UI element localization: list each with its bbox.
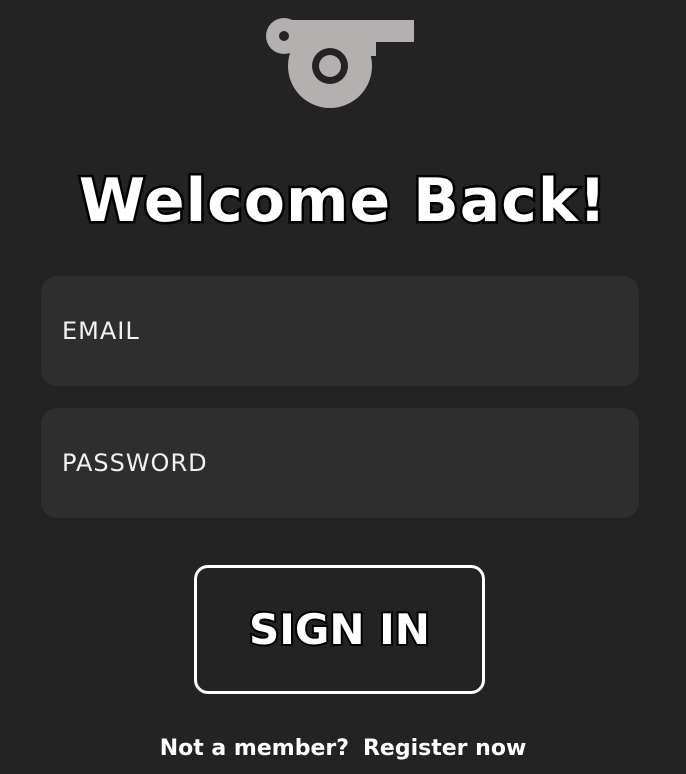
register-now-link[interactable]: Register now bbox=[363, 736, 526, 761]
email-field[interactable]: EMAIL bbox=[41, 276, 639, 386]
whistle-icon bbox=[264, 16, 418, 112]
page-title: Welcome Back! bbox=[76, 164, 608, 239]
sign-in-button-label: SIGN IN bbox=[247, 603, 432, 656]
password-field-label: PASSWORD bbox=[62, 449, 208, 477]
sign-in-button[interactable]: SIGN IN bbox=[194, 565, 485, 694]
not-a-member-text: Not a member? bbox=[159, 736, 349, 761]
email-field-label: EMAIL bbox=[62, 317, 140, 345]
register-prompt: Not a member? Register now bbox=[0, 736, 686, 761]
password-field[interactable]: PASSWORD bbox=[41, 408, 639, 518]
